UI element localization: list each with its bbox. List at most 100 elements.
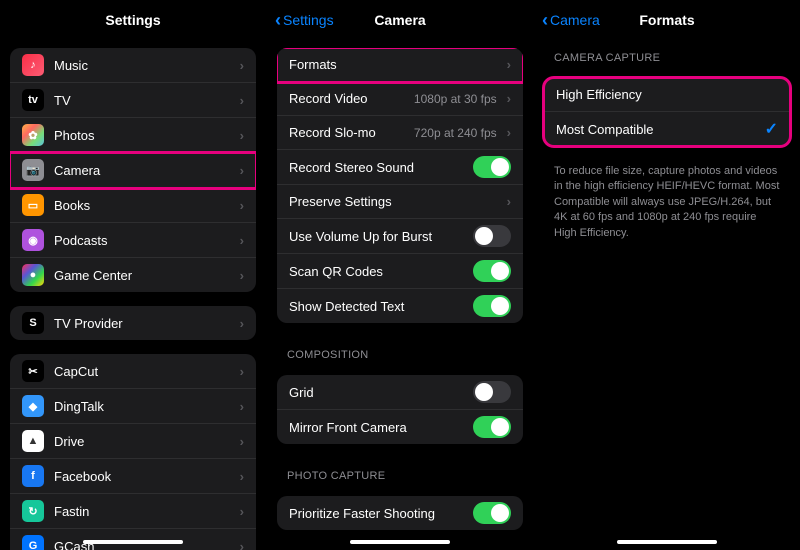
- dingtalk-icon: ◆: [22, 395, 44, 417]
- settings-row-tv[interactable]: tvTV›: [10, 83, 256, 118]
- chevron-right-icon: ›: [240, 316, 244, 331]
- tvprovider-icon: S: [22, 312, 44, 334]
- chevron-right-icon: ›: [240, 434, 244, 449]
- settings-group: Prioritize Faster Shooting: [277, 496, 523, 530]
- toggle-switch[interactable]: [473, 295, 511, 317]
- back-label: Camera: [550, 12, 600, 28]
- row-label: Camera: [54, 163, 230, 178]
- settings-group: ♪ Music › tvTV› ✿ Photos › 📷 Camera › ▭ Books › ◉ Podc…: [10, 48, 256, 292]
- settings-row-record-video[interactable]: Record Video 1080p at 30 fps ›: [277, 82, 523, 116]
- chevron-right-icon: ›: [240, 539, 244, 550]
- settings-row-use-volume-up-for-burst[interactable]: Use Volume Up for Burst: [277, 219, 523, 254]
- toggle-switch[interactable]: [473, 156, 511, 178]
- row-label: Books: [54, 198, 230, 213]
- chevron-right-icon: ›: [507, 57, 511, 72]
- toggle-switch[interactable]: [473, 260, 511, 282]
- settings-row-show-detected-text[interactable]: Show Detected Text: [277, 289, 523, 323]
- row-label: Record Slo-mo: [289, 125, 404, 140]
- toggle-switch[interactable]: [473, 225, 511, 247]
- settings-row-camera[interactable]: 📷 Camera ›: [10, 153, 256, 188]
- home-indicator[interactable]: [350, 540, 450, 544]
- section-footer: To reduce file size, capture photos and …: [534, 160, 800, 251]
- settings-row-record-slo-mo[interactable]: Record Slo-mo 720p at 240 fps ›: [277, 116, 523, 150]
- home-indicator[interactable]: [83, 540, 183, 544]
- option-row-most-compatible[interactable]: Most Compatible✓: [544, 112, 790, 146]
- chevron-right-icon: ›: [507, 91, 511, 106]
- row-detail: 720p at 240 fps: [414, 126, 497, 140]
- checkmark-icon: ✓: [765, 119, 778, 139]
- music-icon: ♪: [22, 54, 44, 76]
- chevron-right-icon: ›: [240, 198, 244, 213]
- settings-row-formats[interactable]: Formats›: [277, 48, 523, 82]
- row-label: TV: [54, 93, 230, 108]
- nav-bar: ‹ Settings Camera: [267, 0, 533, 40]
- row-label: Photos: [54, 128, 230, 143]
- settings-row-grid[interactable]: Grid: [277, 375, 523, 410]
- settings-row-game-center[interactable]: ● Game Center ›: [10, 258, 256, 292]
- settings-row-fastin[interactable]: ↻Fastin›: [10, 494, 256, 529]
- settings-row-scan-qr-codes[interactable]: Scan QR Codes: [277, 254, 523, 289]
- row-label: Show Detected Text: [289, 299, 463, 314]
- formats-panel: ‹ Camera Formats CAMERA CAPTUREHigh Effi…: [533, 0, 800, 550]
- settings-row-capcut[interactable]: ✂ CapCut ›: [10, 354, 256, 389]
- row-label: Fastin: [54, 504, 230, 519]
- page-title: Settings: [0, 12, 266, 28]
- settings-row-prioritize-faster-shooting[interactable]: Prioritize Faster Shooting: [277, 496, 523, 530]
- settings-group: High Efficiency Most Compatible✓: [544, 78, 790, 146]
- row-detail: 1080p at 30 fps: [414, 92, 497, 106]
- chevron-left-icon: ‹: [542, 11, 548, 29]
- toggle-switch[interactable]: [473, 502, 511, 524]
- settings-group: ✂ CapCut › ◆DingTalk› ▲ Drive › fFacebook›↻Fast…: [10, 354, 256, 550]
- row-label: CapCut: [54, 364, 230, 379]
- row-label: Music: [54, 58, 230, 73]
- settings-row-tv-provider[interactable]: S TV Provider ›: [10, 306, 256, 340]
- section-header: COMPOSITION: [267, 337, 533, 367]
- row-label: Facebook: [54, 469, 230, 484]
- toggle-switch[interactable]: [473, 381, 511, 403]
- settings-row-podcasts[interactable]: ◉ Podcasts ›: [10, 223, 256, 258]
- nav-bar: ‹ Camera Formats: [534, 0, 800, 40]
- settings-row-dingtalk[interactable]: ◆DingTalk›: [10, 389, 256, 424]
- chevron-right-icon: ›: [240, 233, 244, 248]
- chevron-right-icon: ›: [240, 163, 244, 178]
- row-label: TV Provider: [54, 316, 230, 331]
- chevron-right-icon: ›: [240, 268, 244, 283]
- settings-row-drive[interactable]: ▲ Drive ›: [10, 424, 256, 459]
- camera-settings-panel: ‹ Settings Camera Formats› Record Video 10…: [266, 0, 533, 550]
- gamecenter-icon: ●: [22, 264, 44, 286]
- back-label: Settings: [283, 12, 334, 28]
- settings-row-record-stereo-sound[interactable]: Record Stereo Sound: [277, 150, 523, 185]
- chevron-right-icon: ›: [240, 128, 244, 143]
- home-indicator[interactable]: [617, 540, 717, 544]
- settings-row-preserve-settings[interactable]: Preserve Settings›: [277, 185, 523, 219]
- toggle-switch[interactable]: [473, 416, 511, 438]
- back-button[interactable]: ‹ Settings: [275, 11, 334, 29]
- chevron-right-icon: ›: [507, 125, 511, 140]
- row-label: High Efficiency: [556, 87, 778, 102]
- camera-icon: 📷: [22, 159, 44, 181]
- podcasts-icon: ◉: [22, 229, 44, 251]
- settings-row-books[interactable]: ▭ Books ›: [10, 188, 256, 223]
- photos-icon: ✿: [22, 124, 44, 146]
- row-label: Mirror Front Camera: [289, 420, 463, 435]
- back-button[interactable]: ‹ Camera: [542, 11, 600, 29]
- row-label: Podcasts: [54, 233, 230, 248]
- chevron-right-icon: ›: [240, 364, 244, 379]
- books-icon: ▭: [22, 194, 44, 216]
- row-label: Drive: [54, 434, 230, 449]
- option-row-high-efficiency[interactable]: High Efficiency: [544, 78, 790, 112]
- row-label: Game Center: [54, 268, 230, 283]
- drive-icon: ▲: [22, 430, 44, 452]
- settings-row-photos[interactable]: ✿ Photos ›: [10, 118, 256, 153]
- chevron-right-icon: ›: [507, 194, 511, 209]
- settings-row-facebook[interactable]: fFacebook›: [10, 459, 256, 494]
- settings-row-mirror-front-camera[interactable]: Mirror Front Camera: [277, 410, 523, 444]
- row-label: Scan QR Codes: [289, 264, 463, 279]
- gcash-icon: G: [22, 535, 44, 550]
- row-label: Record Video: [289, 91, 404, 106]
- settings-group: Grid Mirror Front Camera: [277, 375, 523, 444]
- settings-row-music[interactable]: ♪Music›: [10, 48, 256, 83]
- nav-bar: Settings: [0, 0, 266, 40]
- capcut-icon: ✂: [22, 360, 44, 382]
- row-label: Use Volume Up for Burst: [289, 229, 463, 244]
